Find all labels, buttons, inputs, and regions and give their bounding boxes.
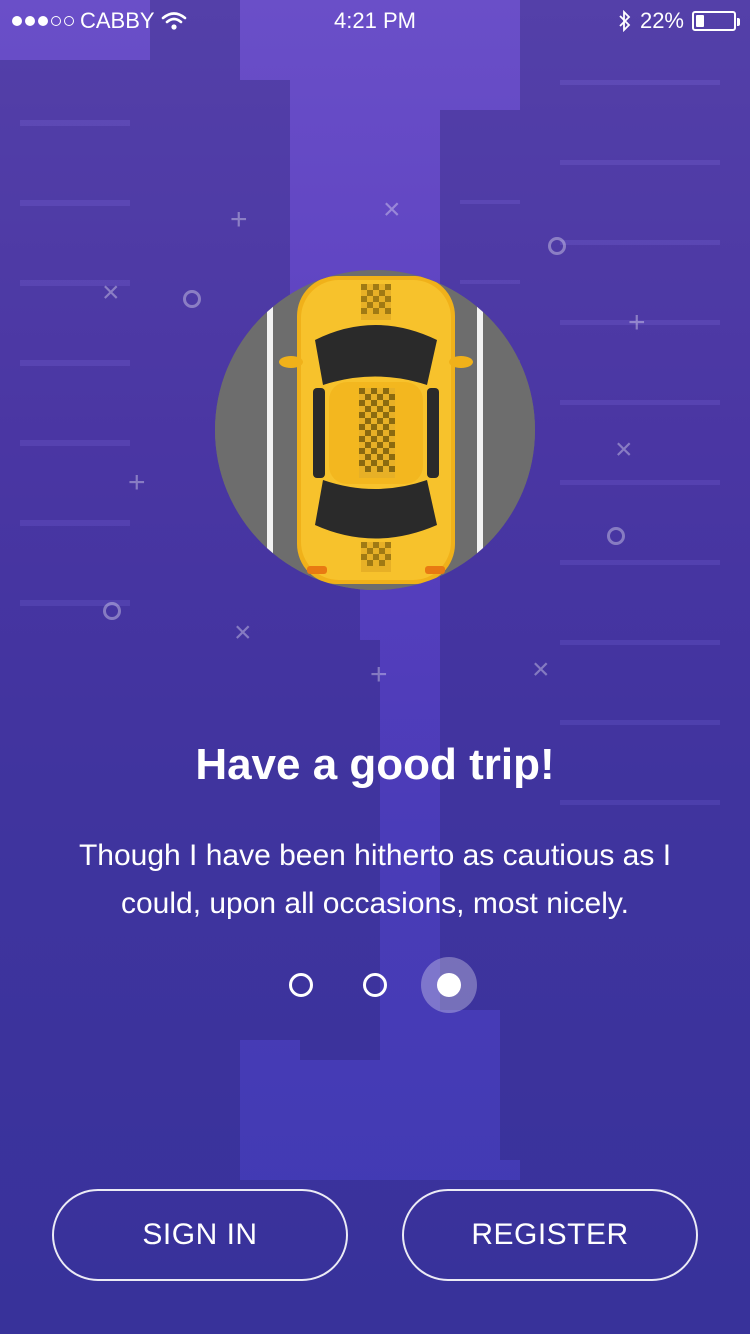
decorative-plus-icon: + xyxy=(230,203,248,236)
page-dot-1[interactable] xyxy=(289,973,313,997)
status-bar: CABBY 4:21 PM 22% xyxy=(0,0,750,42)
decorative-circle-icon xyxy=(548,237,566,255)
decorative-cross-icon: × xyxy=(615,433,633,466)
page-indicator xyxy=(0,955,750,1015)
taxi-car-icon xyxy=(215,270,535,590)
register-button[interactable]: REGISTER xyxy=(402,1189,698,1281)
onboarding-subtitle: Though I have been hitherto as cautious … xyxy=(78,839,672,920)
battery-icon xyxy=(692,11,740,31)
decorative-plus-icon: + xyxy=(128,466,146,499)
decorative-cross-icon: × xyxy=(532,653,550,686)
decorative-circle-icon xyxy=(607,527,625,545)
sign-in-button[interactable]: SIGN IN xyxy=(52,1189,348,1281)
decorative-plus-icon: + xyxy=(628,306,646,339)
onboarding-screen: CABBY 4:21 PM 22% × + × + × + × + × Have… xyxy=(0,0,750,1334)
decorative-plus-icon: + xyxy=(370,658,388,691)
decorative-cross-icon: × xyxy=(102,276,120,309)
battery-percentage: 22% xyxy=(639,8,684,33)
decorative-circle-icon xyxy=(183,290,201,308)
decorative-circle-icon xyxy=(103,602,121,620)
decorative-cross-icon: × xyxy=(234,616,252,649)
bluetooth-icon xyxy=(619,10,631,32)
page-dot-3-active[interactable] xyxy=(437,973,461,997)
decorative-cross-icon: × xyxy=(383,193,401,226)
onboarding-title: Have a good trip! xyxy=(195,740,555,789)
page-dot-2[interactable] xyxy=(363,973,387,997)
taxi-illustration xyxy=(215,270,535,590)
